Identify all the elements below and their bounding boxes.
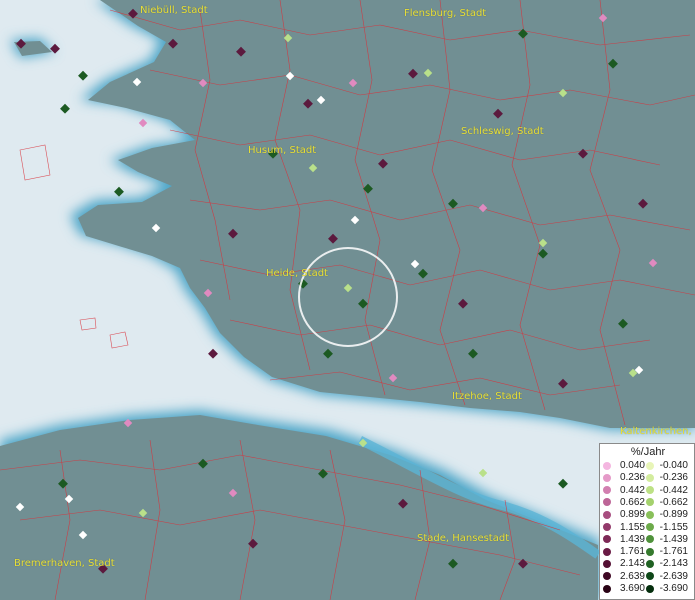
legend-swatch — [646, 523, 654, 531]
legend-swatch — [603, 473, 611, 482]
legend-value: -0.442 — [659, 484, 688, 496]
legend-row-positive: 1.761 — [603, 546, 645, 557]
legend-value: 3.690 — [619, 583, 645, 594]
legend-swatch — [603, 498, 611, 507]
legend-row-positive: 2.639 — [603, 571, 645, 582]
legend-row-negative: -2.639 — [646, 571, 688, 582]
legend-row-negative: -0.236 — [646, 472, 688, 483]
legend-swatch — [646, 461, 654, 470]
legend-value: 0.442 — [619, 484, 645, 496]
legend-row-positive: 0.442 — [603, 485, 645, 496]
legend-value: -0.662 — [659, 496, 688, 508]
legend-panel: %/Jahr 0.040 0.236 0.442 0.662 0.899 1.155 1.4… — [599, 443, 695, 600]
legend-swatch — [646, 535, 654, 544]
legend-value: 1.761 — [619, 546, 645, 558]
legend-row-negative: -1.761 — [646, 546, 688, 557]
legend-swatch — [646, 510, 654, 519]
legend-row-positive: 1.155 — [603, 522, 645, 533]
legend-value: -3.690 — [659, 583, 688, 594]
legend-swatch — [603, 535, 611, 544]
legend-swatch — [646, 486, 654, 495]
legend-swatch — [646, 547, 654, 556]
legend-row-negative: -1.439 — [646, 534, 688, 545]
legend-swatch — [603, 461, 611, 470]
city-label-kaltenkirchen[interactable]: Kaltenkirchen, S — [620, 426, 695, 437]
city-label-bremerhaven[interactable]: Bremerhaven, Stadt — [14, 558, 115, 569]
legend-row-negative: -0.899 — [646, 509, 688, 520]
map-canvas[interactable] — [0, 0, 695, 600]
legend-swatch — [646, 572, 654, 581]
legend-swatch — [603, 559, 611, 568]
legend-swatch — [603, 572, 611, 581]
city-label-flensburg[interactable]: Flensburg, Stadt — [404, 8, 486, 19]
legend-value: -2.639 — [659, 570, 688, 582]
legend-swatch — [646, 498, 654, 507]
legend-swatch — [646, 473, 654, 482]
legend-value: 2.639 — [619, 570, 645, 582]
legend-value: -0.236 — [659, 472, 688, 484]
city-label-stade[interactable]: Stade, Hansestadt — [417, 533, 509, 544]
city-label-niebuell[interactable]: Niebüll, Stadt — [140, 5, 208, 16]
legend-value: 0.662 — [619, 496, 645, 508]
legend-value: 0.899 — [619, 509, 645, 521]
legend-row-negative: -0.040 — [646, 460, 688, 471]
city-label-husum[interactable]: Husum, Stadt — [248, 145, 316, 156]
legend-row-positive: 0.040 — [603, 460, 645, 471]
city-label-schleswig[interactable]: Schleswig, Stadt — [461, 126, 544, 137]
legend-row-positive: 3.690 — [603, 583, 645, 594]
legend-swatch — [603, 486, 611, 495]
legend-value: 2.143 — [619, 558, 645, 570]
legend-value: -2.143 — [659, 558, 688, 570]
legend-swatch — [603, 547, 611, 556]
legend-row-negative: -1.155 — [646, 522, 688, 533]
legend-row-negative: -0.442 — [646, 485, 688, 496]
legend-value: 0.236 — [619, 472, 645, 484]
legend-row-positive: 1.439 — [603, 534, 645, 545]
city-label-heide[interactable]: Heide, Stadt — [266, 268, 328, 279]
legend-value: -0.040 — [659, 460, 688, 471]
legend-value: -0.899 — [659, 509, 688, 521]
legend-value: -1.761 — [659, 546, 688, 558]
legend-swatch — [603, 510, 611, 519]
legend-row-positive: 2.143 — [603, 558, 645, 569]
legend-swatch — [646, 584, 654, 593]
legend-row-positive: 0.662 — [603, 497, 645, 508]
legend-swatch — [603, 523, 611, 531]
legend-row-negative: -2.143 — [646, 558, 688, 569]
legend-value: 0.040 — [619, 460, 645, 471]
legend-row-positive: 0.899 — [603, 509, 645, 520]
legend-value: 1.155 — [619, 521, 645, 533]
legend-value: 1.439 — [619, 533, 645, 545]
legend-row-negative: -3.690 — [646, 583, 688, 594]
legend-title: %/Jahr — [630, 446, 666, 458]
legend-row-negative: -0.662 — [646, 497, 688, 508]
legend-value: -1.155 — [659, 521, 688, 533]
legend-row-positive: 0.236 — [603, 472, 645, 483]
city-label-itzehoe[interactable]: Itzehoe, Stadt — [452, 391, 522, 402]
legend-value: -1.439 — [659, 533, 688, 545]
legend-swatch — [646, 559, 654, 568]
legend-swatch — [603, 584, 611, 593]
